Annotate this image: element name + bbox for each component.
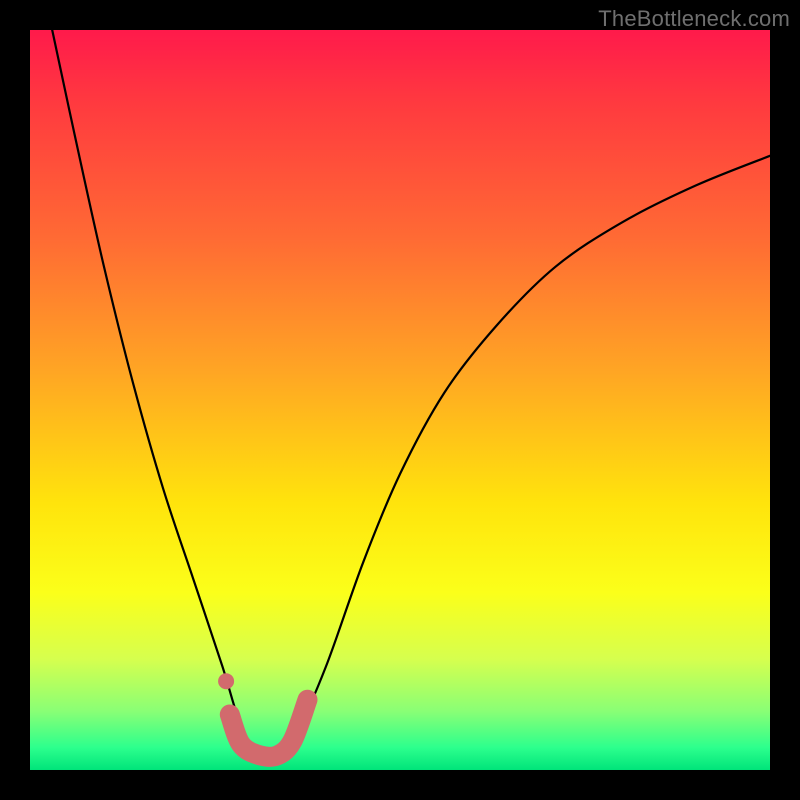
watermark-label: TheBottleneck.com: [598, 6, 790, 32]
plot-area: [30, 30, 770, 770]
minimum-highlight: [230, 700, 308, 757]
bottleneck-curve: [52, 30, 770, 758]
chart-stage: TheBottleneck.com: [0, 0, 800, 800]
marker-dot: [218, 673, 234, 689]
curve-svg: [30, 30, 770, 770]
